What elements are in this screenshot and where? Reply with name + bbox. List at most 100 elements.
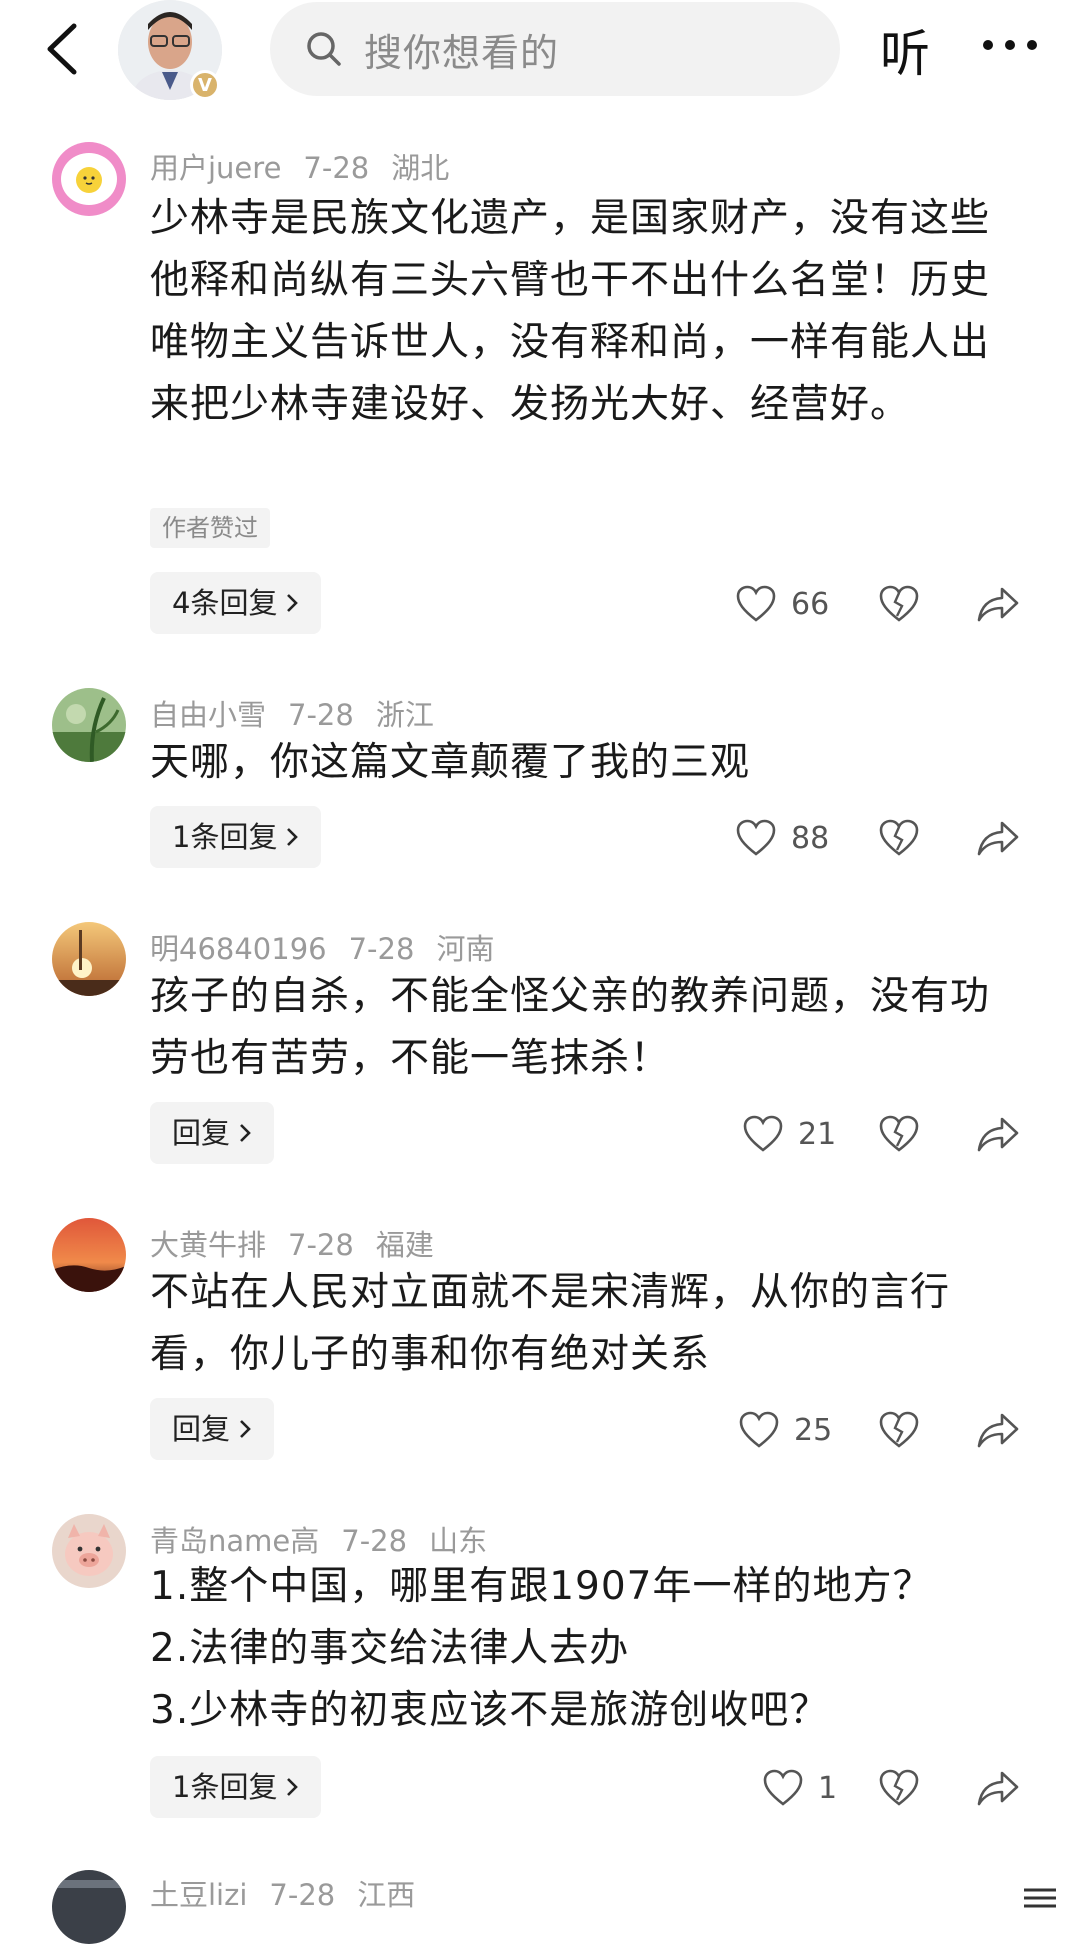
- share-arrow-icon: [977, 1117, 1019, 1152]
- share-arrow-icon: [977, 1413, 1019, 1448]
- dislike-button[interactable]: [878, 1409, 920, 1451]
- commenter-avatar[interactable]: [52, 688, 126, 762]
- plant-avatar-icon: [52, 688, 126, 762]
- comment-date: 7-28: [303, 151, 370, 185]
- like-button[interactable]: 88: [735, 818, 829, 858]
- listen-button[interactable]: 听: [880, 14, 930, 86]
- comment-meta: 明46840196 7-28 河南: [150, 926, 516, 968]
- comment-region: 山东: [429, 1524, 488, 1558]
- comment-region: 江西: [357, 1878, 416, 1912]
- share-button[interactable]: [976, 584, 1020, 624]
- like-count: 88: [791, 820, 830, 856]
- commenter-avatar[interactable]: [52, 142, 126, 216]
- heart-icon: [743, 1115, 783, 1152]
- comment-meta: 自由小雪 7-28 浙江: [150, 692, 456, 734]
- comment-text: 1.整个中国，哪里有跟1907年一样的地方？ 2.法律的事交给法律人去办 3.少…: [150, 1556, 1010, 1742]
- back-arrow-icon: [47, 23, 77, 75]
- dislike-button[interactable]: [878, 817, 920, 859]
- reply-label: 4条回复: [172, 586, 278, 620]
- share-button[interactable]: [976, 818, 1020, 858]
- share-arrow-icon: [977, 587, 1019, 622]
- view-replies-button[interactable]: 回复: [150, 1102, 275, 1164]
- chevron-right-icon: [240, 1420, 251, 1438]
- comment-line: 2.法律的事交给法律人去办: [150, 1626, 630, 1671]
- comment-meta: 青岛name高 7-28 山东: [150, 1518, 509, 1560]
- author-liked-badge: 作者赞过: [150, 508, 270, 548]
- chevron-right-icon: [240, 1124, 251, 1142]
- view-replies-button[interactable]: 1条回复: [150, 806, 322, 868]
- chevron-right-icon: [287, 1778, 299, 1796]
- sunset-tower-avatar-icon: [52, 922, 126, 996]
- view-replies-button[interactable]: 1条回复: [150, 1756, 322, 1818]
- share-arrow-icon: [977, 821, 1019, 856]
- broken-heart-icon: [879, 819, 919, 856]
- like-count: 66: [791, 586, 830, 622]
- username[interactable]: 明46840196: [150, 932, 327, 966]
- search-input[interactable]: 搜你想看的: [270, 2, 840, 96]
- broken-heart-icon: [879, 1411, 919, 1448]
- comment-line: 3.少林寺的初衷应该不是旅游创收吧？: [150, 1688, 830, 1733]
- comment-text: 少林寺是民族文化遗产，是国家财产，没有这些他释和尚纵有三头六臂也干不出什么名堂！…: [150, 196, 991, 427]
- comment-text: 天哪，你这篇文章颠覆了我的三观: [150, 740, 751, 785]
- username[interactable]: 土豆lizi: [150, 1878, 247, 1912]
- commenter-avatar[interactable]: [52, 922, 126, 996]
- comment-date: 7-28: [341, 1524, 408, 1558]
- like-button[interactable]: 66: [735, 584, 829, 624]
- username[interactable]: 大黄牛排: [150, 1228, 266, 1262]
- username[interactable]: 自由小雪: [150, 698, 266, 732]
- egg-avatar-icon: [52, 142, 126, 216]
- heart-icon: [736, 819, 776, 856]
- like-count: 21: [798, 1116, 837, 1152]
- dislike-button[interactable]: [878, 1113, 920, 1155]
- share-button[interactable]: [976, 1768, 1020, 1808]
- reply-label: 回复: [172, 1116, 231, 1150]
- search-placeholder: 搜你想看的: [364, 30, 560, 75]
- reply-label: 回复: [172, 1412, 231, 1446]
- comment-text: 孩子的自杀，不能全怪父亲的教养问题，没有功劳也有苦劳，不能一笔抹杀！: [150, 974, 991, 1081]
- piglet-avatar-icon: [52, 1514, 126, 1588]
- comment-line: 1.整个中国，哪里有跟1907年一样的地方？: [150, 1564, 933, 1609]
- more-dots-icon: [983, 40, 1037, 50]
- view-replies-button[interactable]: 回复: [150, 1398, 275, 1460]
- comment-meta: 用户juere 7-28 湖北: [150, 145, 471, 187]
- like-button[interactable]: 1: [762, 1768, 837, 1808]
- reply-label: 1条回复: [172, 820, 278, 854]
- heart-icon: [739, 1411, 779, 1448]
- dark-avatar-icon: [52, 1870, 126, 1944]
- like-button[interactable]: 21: [742, 1114, 836, 1154]
- share-button[interactable]: [976, 1114, 1020, 1154]
- like-button[interactable]: 25: [738, 1410, 832, 1450]
- comment-meta: 大黄牛排 7-28 福建: [150, 1222, 456, 1264]
- comment-region: 湖北: [391, 151, 450, 185]
- top-bar: V 搜你想看的 听: [0, 0, 1080, 104]
- reply-label: 1条回复: [172, 1770, 278, 1804]
- more-button[interactable]: [980, 20, 1040, 70]
- comment-date: 7-28: [288, 698, 354, 732]
- commenter-avatar[interactable]: [52, 1870, 126, 1944]
- back-button[interactable]: [36, 14, 96, 84]
- verified-badge: V: [190, 70, 220, 100]
- comment-region: 浙江: [375, 698, 434, 732]
- comment-region: 福建: [375, 1228, 434, 1262]
- view-replies-button[interactable]: 4条回复: [150, 572, 322, 634]
- username[interactable]: 用户juere: [150, 151, 281, 185]
- dislike-button[interactable]: [878, 583, 920, 625]
- search-icon: [307, 32, 341, 66]
- commenter-avatar[interactable]: [52, 1218, 126, 1292]
- broken-heart-icon: [879, 1769, 919, 1806]
- commenter-avatar[interactable]: [52, 1514, 126, 1588]
- username[interactable]: 青岛name高: [150, 1524, 319, 1558]
- menu-lines-icon[interactable]: [1020, 1884, 1060, 1908]
- dislike-button[interactable]: [878, 1767, 920, 1809]
- comment-date: 7-28: [348, 932, 415, 966]
- like-count: 1: [818, 1770, 838, 1806]
- share-button[interactable]: [976, 1410, 1020, 1450]
- like-count: 25: [794, 1412, 833, 1448]
- comment-date: 7-28: [269, 1878, 336, 1912]
- broken-heart-icon: [879, 1115, 919, 1152]
- chevron-right-icon: [287, 594, 299, 612]
- comment-region: 河南: [436, 932, 495, 966]
- red-sky-avatar-icon: [52, 1218, 126, 1292]
- heart-icon: [763, 1769, 803, 1806]
- share-arrow-icon: [977, 1771, 1019, 1806]
